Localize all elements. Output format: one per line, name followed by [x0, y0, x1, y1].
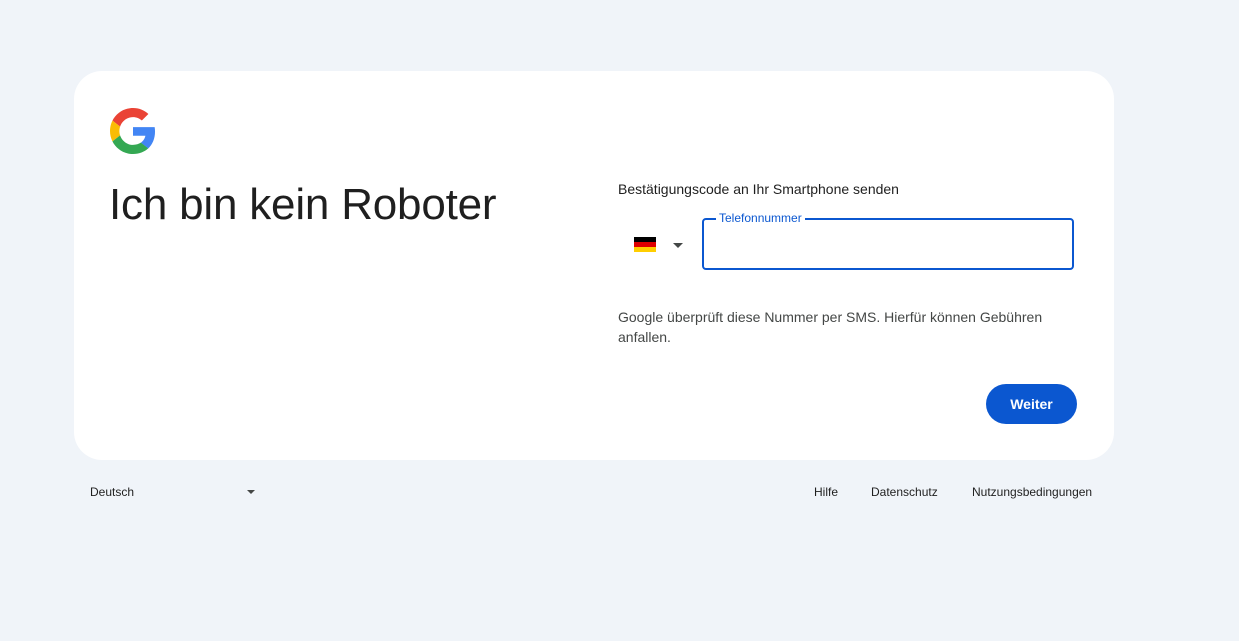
country-code-selector[interactable]	[632, 231, 692, 259]
language-label: Deutsch	[90, 485, 135, 499]
page-title: Ich bin kein Roboter	[109, 180, 497, 229]
google-g-logo-icon	[110, 108, 156, 154]
footer: Deutsch Hilfe Datenschutz Nutzungsbeding…	[74, 476, 1114, 508]
challenge-card: Ich bin kein Roboter Bestätigungscode an…	[74, 71, 1114, 460]
terms-link[interactable]: Nutzungsbedingungen	[972, 485, 1092, 499]
language-selector[interactable]: Deutsch	[74, 476, 264, 508]
chevron-down-icon	[247, 490, 255, 494]
help-link[interactable]: Hilfe	[814, 485, 838, 499]
phone-number-label: Telefonnummer	[716, 211, 805, 225]
sms-fee-notice: Google überprüft diese Nummer per SMS. H…	[618, 309, 1043, 345]
flag-stripe-gold	[634, 247, 656, 252]
send-code-label: Bestätigungscode an Ihr Smartphone sende…	[618, 181, 899, 197]
next-button[interactable]: Weiter	[986, 384, 1077, 424]
phone-number-field[interactable]: Telefonnummer	[702, 211, 1074, 270]
privacy-link[interactable]: Datenschutz	[871, 485, 938, 499]
verification-panel: Bestätigungscode an Ihr Smartphone sende…	[618, 71, 1078, 460]
germany-flag-icon	[634, 237, 656, 252]
chevron-down-icon	[673, 243, 683, 248]
phone-number-input[interactable]	[718, 232, 1062, 258]
